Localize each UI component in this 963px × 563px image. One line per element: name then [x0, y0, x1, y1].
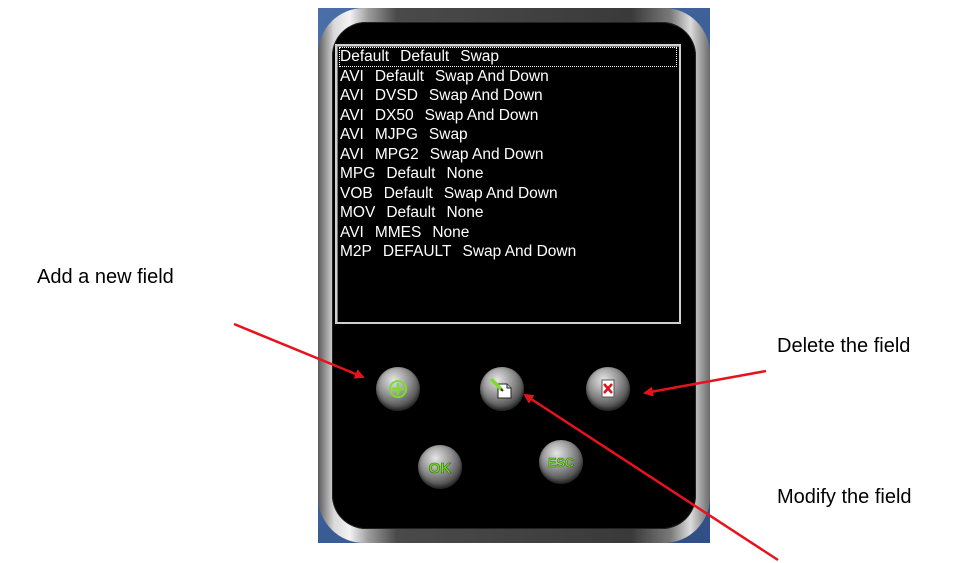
arrow-modify	[523, 393, 779, 562]
arrow-delete	[643, 369, 767, 397]
annotation-arrows	[233, 322, 779, 562]
arrow-add	[233, 322, 365, 379]
